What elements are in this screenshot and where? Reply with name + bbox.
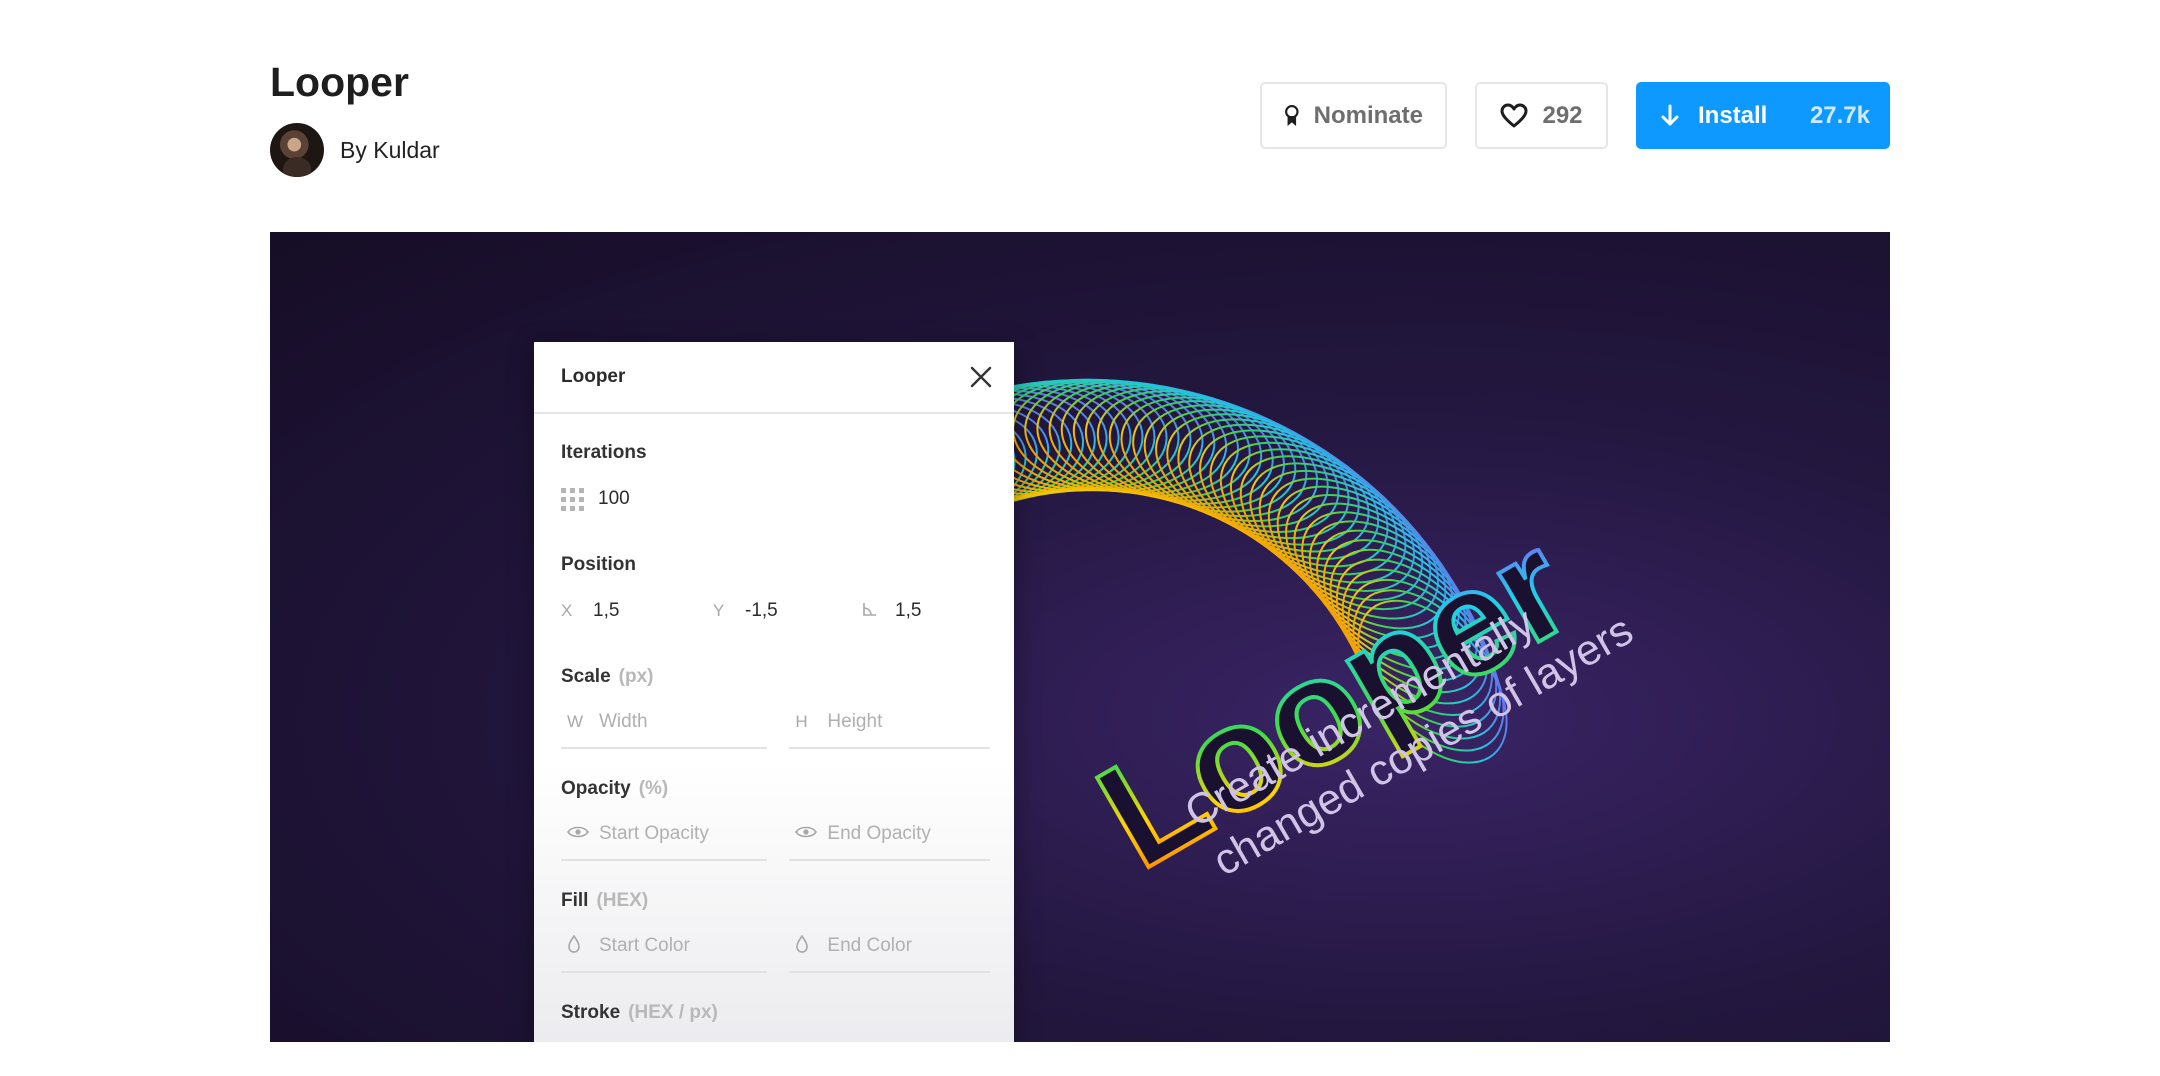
start-opacity-placeholder: Start Opacity: [599, 823, 709, 844]
y-axis-icon: Y: [713, 601, 725, 620]
width-icon: W: [567, 712, 584, 731]
panel-title: Looper: [561, 366, 626, 387]
droplet-icon: [567, 934, 599, 958]
grid-icon: [561, 487, 584, 511]
fill-label: Fill (HEX): [561, 890, 649, 911]
looper-rainbow-art: Looper: [656, 378, 1598, 936]
end-opacity-placeholder: End Opacity: [827, 823, 931, 844]
position-label: Position: [561, 554, 636, 575]
iterations-value: 100: [598, 488, 630, 509]
like-button[interactable]: 292: [1475, 82, 1608, 149]
scale-height-input[interactable]: H Height: [789, 697, 990, 749]
stroke-label: Stroke (HEX / px): [561, 1002, 718, 1023]
eye-icon: [795, 824, 827, 844]
install-count: 27.7k: [1809, 101, 1870, 129]
install-button[interactable]: Install 27.7k: [1636, 82, 1890, 149]
angle-icon: [863, 601, 895, 621]
looper-plugin-panel: Looper Iterations 100 Position X 1,5 Y -…: [534, 342, 1014, 1042]
plugin-header: Looper By Kuldar: [270, 56, 440, 177]
action-buttons: Nominate 292 Install 27.7k: [1260, 82, 1890, 149]
plugin-title: Looper: [270, 59, 409, 105]
end-color-placeholder: End Color: [827, 935, 912, 956]
panel-header: Looper: [534, 342, 1014, 414]
opacity-label: Opacity (%): [561, 778, 669, 799]
droplet-icon: [795, 934, 827, 958]
close-icon[interactable]: [970, 366, 992, 388]
scale-label: Scale (px): [561, 666, 654, 687]
end-opacity-input[interactable]: End Opacity: [789, 809, 990, 861]
award-icon: [1285, 104, 1299, 126]
iterations-input[interactable]: 100: [561, 487, 630, 511]
width-placeholder: Width: [599, 711, 648, 732]
start-opacity-input[interactable]: Start Opacity: [561, 809, 768, 861]
nominate-button[interactable]: Nominate: [1260, 82, 1447, 149]
height-placeholder: Height: [827, 711, 883, 732]
x-axis-icon: X: [561, 601, 573, 620]
install-label: Install: [1698, 101, 1768, 129]
end-color-input[interactable]: End Color: [789, 921, 990, 973]
nominate-label: Nominate: [1313, 101, 1423, 129]
height-icon: H: [795, 712, 808, 731]
author-avatar[interactable]: [270, 123, 324, 177]
start-color-placeholder: Start Color: [599, 935, 690, 956]
heart-icon: [1500, 103, 1528, 127]
scale-width-input[interactable]: W Width: [561, 697, 768, 749]
author-name[interactable]: By Kuldar: [340, 137, 440, 164]
eye-icon: [567, 824, 599, 844]
position-x-value: 1,5: [593, 600, 620, 621]
position-x-input[interactable]: X 1,5: [561, 600, 713, 622]
download-arrow-icon: [1661, 104, 1679, 125]
start-color-input[interactable]: Start Color: [561, 921, 768, 973]
iterations-label: Iterations: [561, 442, 647, 463]
like-count: 292: [1542, 101, 1583, 129]
position-y-value: -1,5: [745, 600, 778, 621]
position-angle-input[interactable]: 1,5: [863, 600, 921, 622]
position-angle-value: 1,5: [895, 600, 922, 621]
hero-image: Looper Create incrementally changed copi…: [270, 232, 1890, 1042]
author-info[interactable]: By Kuldar: [270, 123, 440, 177]
position-y-input[interactable]: Y -1,5: [713, 600, 863, 622]
